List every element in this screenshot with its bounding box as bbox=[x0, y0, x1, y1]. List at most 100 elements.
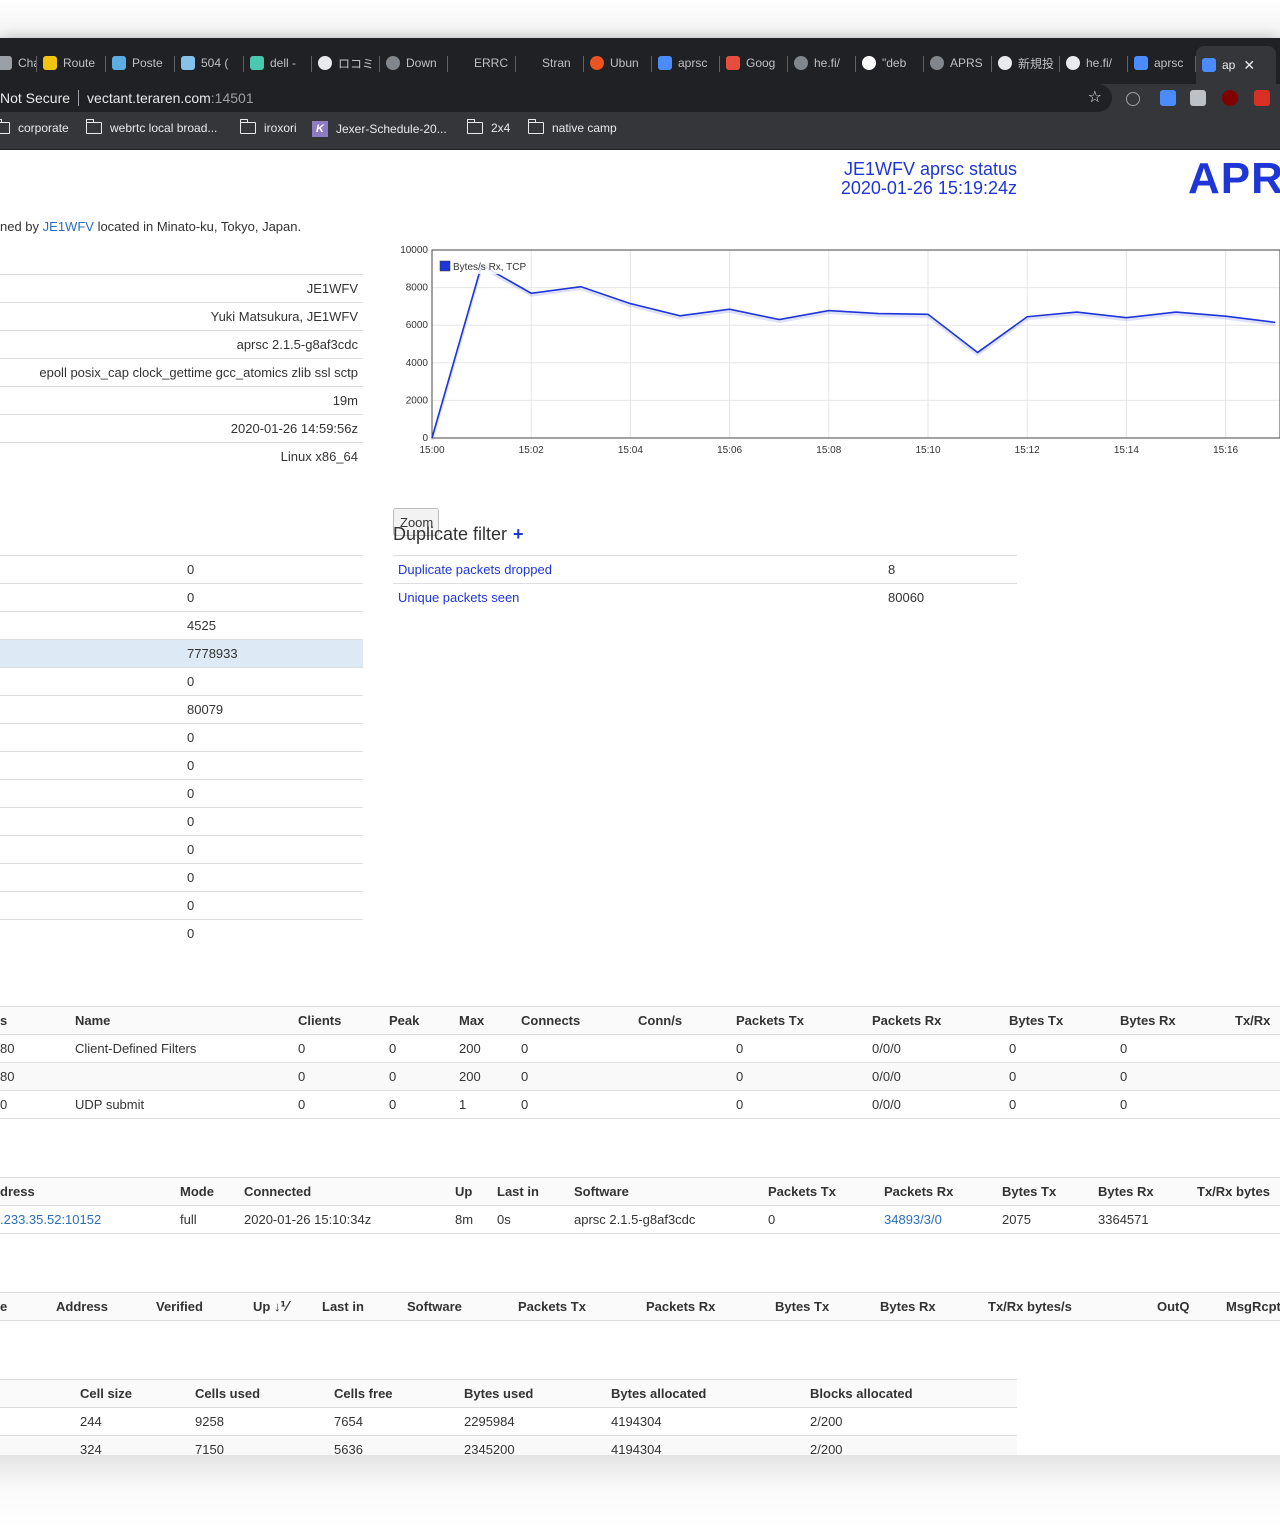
table-row: 80079 bbox=[0, 695, 363, 724]
column-header[interactable]: MsgRcpt bbox=[1226, 1292, 1280, 1321]
column-header[interactable]: Clients bbox=[298, 1006, 389, 1035]
bookmark-webrtc[interactable]: webrtc local broad... bbox=[85, 119, 217, 135]
column-header[interactable]: Packets Tx bbox=[518, 1292, 646, 1321]
tab-5[interactable]: ロコミ bbox=[312, 48, 380, 78]
expand-plus-icon[interactable]: + bbox=[513, 524, 524, 544]
translate-extension-icon[interactable] bbox=[1160, 90, 1176, 106]
tab-4[interactable]: dell - bbox=[244, 48, 312, 78]
table-row: 0 bbox=[0, 891, 363, 920]
column-header[interactable]: Bytes allocated bbox=[611, 1379, 810, 1408]
traffic-graph[interactable]: 0 2000 4000 6000 8000 10000 15:00 15:02 15:04 15:… bbox=[390, 246, 1280, 466]
tab-6[interactable]: Down bbox=[380, 48, 448, 78]
column-header[interactable]: Packets Rx bbox=[646, 1292, 775, 1321]
tab-0[interactable]: Chan bbox=[0, 48, 37, 78]
column-header[interactable]: Last in bbox=[322, 1292, 407, 1321]
column-header[interactable]: Up ↓⅟ bbox=[253, 1292, 322, 1321]
column-header[interactable]: Blocks allocated bbox=[810, 1379, 1017, 1408]
column-header[interactable]: Conn/s bbox=[638, 1006, 736, 1035]
tab-8[interactable]: Stran bbox=[516, 48, 584, 78]
table-cell: 0 bbox=[1009, 1090, 1120, 1119]
column-header[interactable]: e bbox=[0, 1292, 56, 1321]
tab-1[interactable]: Route bbox=[37, 48, 106, 78]
column-header[interactable]: Cells free bbox=[334, 1379, 464, 1408]
column-header[interactable]: OutQ bbox=[1157, 1292, 1226, 1321]
camera-extension-icon[interactable] bbox=[1190, 90, 1206, 106]
column-header[interactable]: Software bbox=[574, 1177, 768, 1206]
bookmark-2x4[interactable]: 2x4 bbox=[466, 119, 510, 135]
bookmark-native-camp[interactable]: native camp bbox=[527, 119, 617, 135]
column-header[interactable]: Max bbox=[459, 1006, 521, 1035]
tab-label: ロコミ bbox=[338, 56, 375, 71]
column-header[interactable]: Bytes Tx bbox=[775, 1292, 880, 1321]
tab-11[interactable]: Goog bbox=[720, 48, 788, 78]
tab-7[interactable]: ERRC bbox=[448, 48, 516, 78]
column-header[interactable]: Name bbox=[75, 1006, 298, 1035]
tab-close-icon[interactable]: ✕ bbox=[1243, 57, 1255, 74]
status-timestamp: 2020-01-26 15:19:24z bbox=[840, 178, 1017, 198]
not-secure-label[interactable]: Not Secure bbox=[0, 90, 78, 106]
table-link[interactable]: 34893/3/0 bbox=[884, 1212, 942, 1227]
tab-10[interactable]: aprsc bbox=[652, 48, 720, 78]
column-header[interactable]: Connects bbox=[521, 1006, 638, 1035]
tab-2[interactable]: Poste bbox=[106, 48, 175, 78]
tab-12[interactable]: he.fi/ bbox=[788, 48, 856, 78]
column-header[interactable]: Bytes Rx bbox=[1098, 1177, 1197, 1206]
tab-15[interactable]: 新規投 bbox=[992, 48, 1060, 78]
tab-3[interactable]: 504 ( bbox=[175, 48, 244, 78]
column-header[interactable]: Cells used bbox=[195, 1379, 334, 1408]
unique-seen-label[interactable]: Unique packets seen bbox=[393, 583, 883, 611]
owner-link[interactable]: JE1WFV bbox=[43, 219, 94, 234]
tab-17[interactable]: aprsc bbox=[1128, 48, 1196, 78]
column-header[interactable]: Bytes Tx bbox=[1002, 1177, 1098, 1206]
table-link[interactable]: .233.35.52:10152 bbox=[0, 1212, 101, 1227]
column-header[interactable]: Cell size bbox=[80, 1379, 195, 1408]
column-header[interactable]: Bytes Tx bbox=[1009, 1006, 1120, 1035]
column-header[interactable]: Packets Rx bbox=[884, 1177, 1002, 1206]
tab-13[interactable]: "deb bbox=[856, 48, 924, 78]
column-header[interactable]: Address bbox=[56, 1292, 156, 1321]
column-header[interactable]: Packets Tx bbox=[768, 1177, 884, 1206]
column-header[interactable]: Last in bbox=[497, 1177, 574, 1206]
ublock-extension-icon[interactable] bbox=[1222, 90, 1238, 106]
column-header[interactable]: Bytes Rx bbox=[1120, 1006, 1235, 1035]
column-header[interactable]: Verified bbox=[156, 1292, 253, 1321]
column-header[interactable] bbox=[0, 1379, 80, 1408]
duplicate-filter-title: Duplicate filter + bbox=[393, 524, 524, 545]
tab-18[interactable]: ap ✕ bbox=[1196, 46, 1276, 84]
aprs-logo: APR bbox=[1188, 154, 1280, 203]
column-header[interactable]: Software bbox=[407, 1292, 518, 1321]
bookmark-jexer[interactable]: K Jexer-Schedule-20... bbox=[312, 121, 447, 137]
table-cell: 0 bbox=[736, 1034, 872, 1063]
tab-label: Ubun bbox=[610, 56, 639, 70]
duplicate-dropped-label[interactable]: Duplicate packets dropped bbox=[393, 555, 883, 584]
tab-14[interactable]: APRS bbox=[924, 48, 992, 78]
column-header[interactable]: Bytes used bbox=[464, 1379, 611, 1408]
column-header[interactable]: Peak bbox=[389, 1006, 459, 1035]
bookmark-corporate[interactable]: corporate bbox=[0, 119, 69, 135]
info-icon[interactable] bbox=[1126, 92, 1140, 106]
column-header[interactable]: Packets Tx bbox=[736, 1006, 872, 1035]
table-row: 0 bbox=[0, 835, 363, 864]
tab-9[interactable]: Ubun bbox=[584, 48, 652, 78]
server-info-value: epoll posix_cap clock_gettime gcc_atomic… bbox=[0, 358, 363, 387]
column-header[interactable]: Connected bbox=[244, 1177, 455, 1206]
bookmark-star-icon[interactable]: ☆ bbox=[1088, 87, 1102, 107]
column-header[interactable]: Up bbox=[455, 1177, 497, 1206]
menu-extension-icon[interactable] bbox=[1254, 90, 1270, 106]
column-header[interactable]: Tx/Rx bytes/s bbox=[988, 1292, 1157, 1321]
column-header[interactable]: Packets Rx bbox=[872, 1006, 1009, 1035]
server-info-value: Yuki Matsukura, JE1WFV bbox=[0, 302, 363, 331]
tab-16[interactable]: he.fi/ bbox=[1060, 48, 1128, 78]
column-header[interactable]: dress bbox=[0, 1177, 180, 1206]
column-header[interactable]: Mode bbox=[180, 1177, 244, 1206]
bookmark-iroxori[interactable]: iroxori bbox=[239, 119, 297, 135]
car-icon bbox=[726, 56, 740, 70]
column-header[interactable]: Bytes Rx bbox=[880, 1292, 988, 1321]
table-cell: 80 bbox=[0, 1034, 75, 1063]
column-header[interactable]: s bbox=[0, 1006, 75, 1035]
column-header[interactable]: Tx/Rx bytes bbox=[1197, 1177, 1280, 1206]
table-cell: 1 bbox=[459, 1090, 521, 1119]
address-bar[interactable]: Not Secure vectant.teraren.com:14501 ☆ bbox=[0, 84, 1112, 112]
column-header[interactable]: Tx/Rx bbox=[1235, 1006, 1280, 1035]
table-cell: 34893/3/0 bbox=[884, 1205, 1002, 1234]
